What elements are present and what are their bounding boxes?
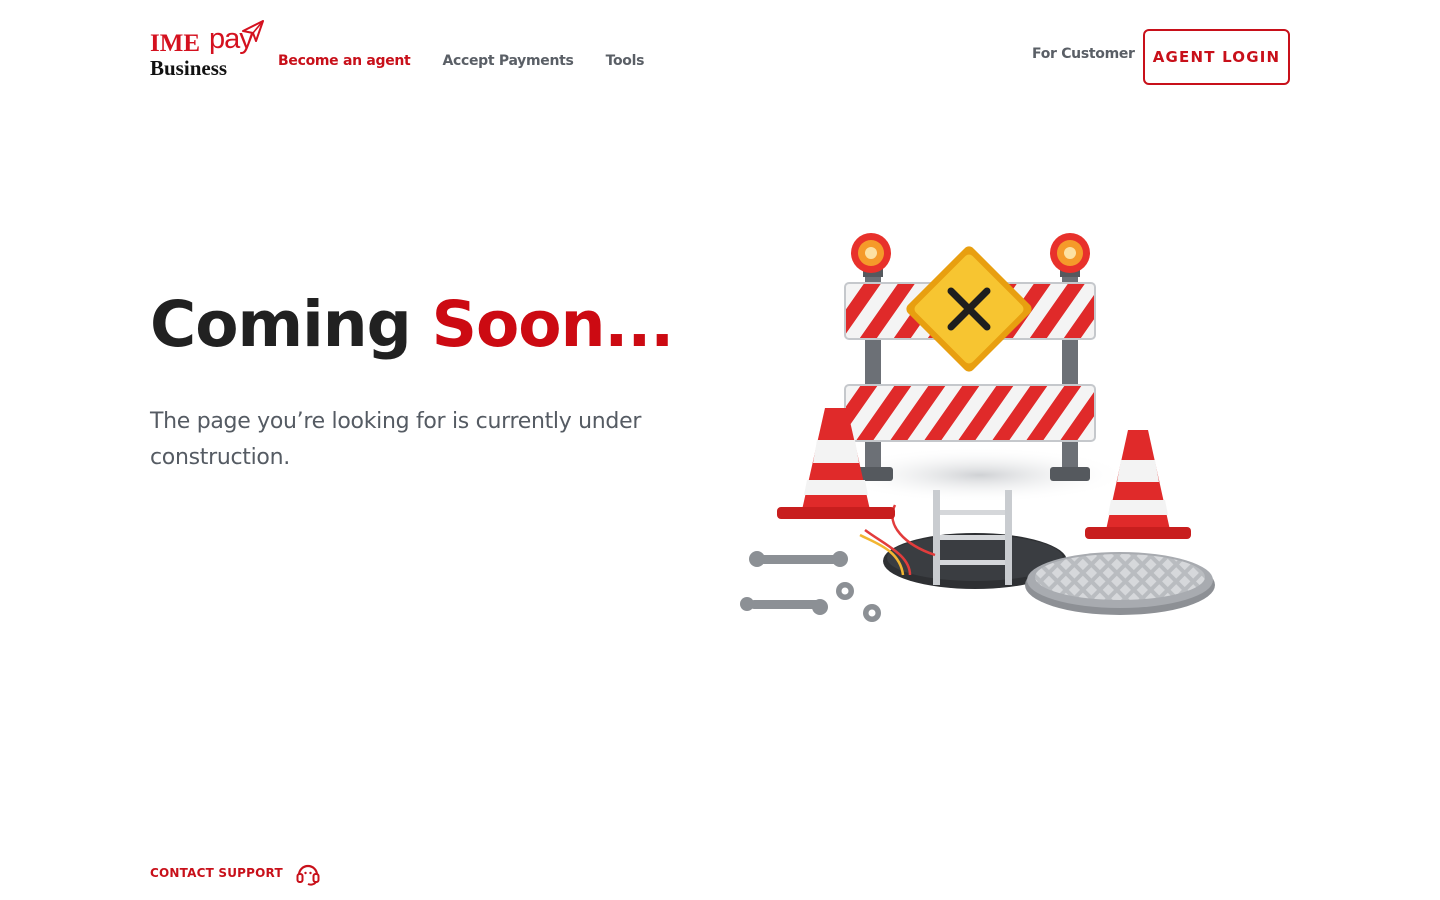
page-subtitle: The page you’re looking for is currently… [150, 409, 642, 470]
headset-support-icon [296, 864, 320, 886]
page-title: Coming Soon... [150, 288, 675, 361]
warning-lamp-right [1050, 233, 1090, 277]
agent-login-button[interactable]: AGENT LOGIN [1143, 29, 1290, 85]
logo-subtitle: Business [150, 56, 228, 80]
site-header: IME pay Business Become an agent Accept … [0, 0, 1440, 110]
contact-support-label: CONTACT SUPPORT [150, 866, 283, 880]
for-customer-link[interactable]: For Customer [1032, 46, 1135, 62]
contact-support-link[interactable]: CONTACT SUPPORT [150, 860, 321, 886]
main-nav: Become an agent Accept Payments Tools [278, 53, 644, 69]
scattered-nuts [836, 582, 881, 622]
scattered-wrenches [740, 551, 848, 615]
under-construction-illustration [740, 233, 1215, 622]
tools-warning-sign [906, 246, 1032, 372]
barrier-board-bottom [844, 384, 1096, 442]
warning-lamp-left [851, 233, 891, 277]
manhole-cover [1025, 552, 1215, 615]
logo-brand-prefix: IME [150, 30, 200, 57]
nav-become-agent[interactable]: Become an agent [278, 53, 411, 69]
page-title-accent: Soon... [431, 288, 675, 361]
nav-accept-payments[interactable]: Accept Payments [442, 53, 573, 69]
imepay-business-logo[interactable]: IME pay Business [150, 20, 265, 82]
nav-tools[interactable]: Tools [606, 53, 645, 69]
paper-plane-icon [242, 20, 264, 42]
page-title-main: Coming [150, 288, 432, 361]
